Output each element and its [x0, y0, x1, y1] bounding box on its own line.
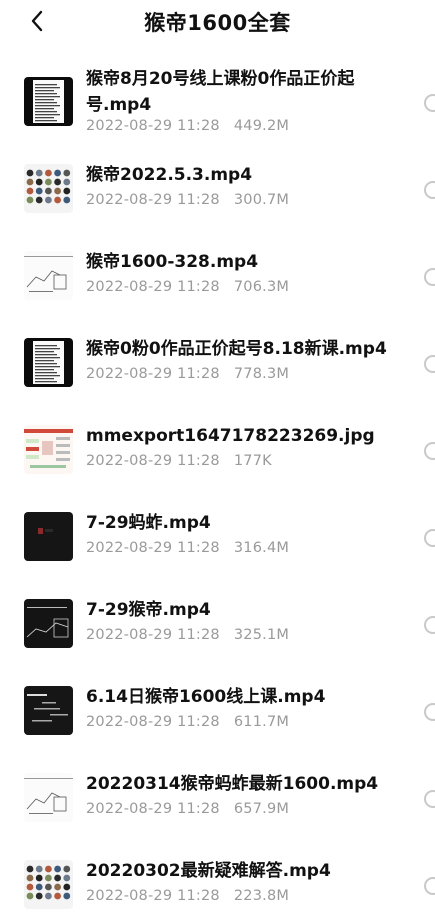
file-row[interactable]: 7-29猴帝.mp4 2022-08-29 11:28 325.1M: [0, 580, 435, 667]
file-size: 177K: [233, 453, 272, 469]
thumbnail-image: [24, 599, 73, 648]
file-thumbnail: [24, 251, 73, 300]
select-radio[interactable]: [424, 181, 435, 199]
file-thumbnail: [24, 338, 73, 387]
thumbnail-image: [24, 773, 73, 822]
thumbnail-image: [24, 686, 73, 735]
select-radio[interactable]: [424, 268, 435, 286]
file-name: 7-29猴帝.mp4: [86, 600, 211, 620]
select-radio[interactable]: [424, 790, 435, 808]
file-row[interactable]: 猴帝1600-328.mp4 2022-08-29 11:28 706.3M: [0, 232, 435, 319]
file-size: 778.3M: [233, 366, 290, 382]
file-date: 2022-08-29 11:28: [86, 279, 220, 295]
file-row[interactable]: 7-29蚂蚱.mp4 2022-08-29 11:28 316.4M: [0, 493, 435, 580]
file-size: 657.9M: [233, 801, 290, 817]
file-meta: 2022-08-29 11:28 449.2M: [86, 118, 289, 134]
file-size: 300.7M: [233, 192, 290, 208]
thumbnail-image: [24, 164, 73, 213]
file-meta: 2022-08-29 11:28 223.8M: [86, 888, 289, 904]
file-row[interactable]: 猴帝8月20号线上课粉0作品正价起号.mp4 2022-08-29 11:28 44…: [0, 58, 435, 145]
thumbnail-image: [24, 338, 73, 387]
file-size: 316.4M: [233, 540, 290, 556]
file-name: 猴帝8月20号线上课粉0作品正价起号.mp4: [86, 69, 355, 115]
file-date: 2022-08-29 11:28: [86, 714, 220, 730]
file-name: 猴帝1600-328.mp4: [86, 252, 259, 272]
file-date: 2022-08-29 11:28: [86, 540, 220, 556]
thumbnail-image: [24, 77, 73, 126]
select-radio[interactable]: [424, 616, 435, 634]
thumbnail-image: [24, 512, 73, 561]
file-date: 2022-08-29 11:28: [86, 627, 220, 643]
thumbnail-image: [24, 425, 73, 474]
select-radio[interactable]: [424, 877, 435, 895]
file-meta: 2022-08-29 11:28 706.3M: [86, 279, 289, 295]
file-meta: 2022-08-29 11:28 177K: [86, 453, 272, 469]
file-row[interactable]: 6.14日猴帝1600线上课.mp4 2022-08-29 11:28 611.7M: [0, 667, 435, 754]
file-size: 611.7M: [233, 714, 290, 730]
file-thumbnail: [24, 512, 73, 561]
file-row[interactable]: 猴帝2022.5.3.mp4 2022-08-29 11:28 300.7M: [0, 145, 435, 232]
file-thumbnail: [24, 860, 73, 909]
file-thumbnail: [24, 77, 73, 126]
file-thumbnail: [24, 425, 73, 474]
file-name: 7-29蚂蚱.mp4: [86, 513, 211, 533]
file-meta: 2022-08-29 11:28 316.4M: [86, 540, 289, 556]
select-radio[interactable]: [424, 94, 435, 112]
select-radio[interactable]: [424, 529, 435, 547]
file-row[interactable]: 20220314猴帝蚂蚱最新1600.mp4 2022-08-29 11:28 65…: [0, 754, 435, 841]
file-row[interactable]: mmexport1647178223269.jpg 2022-08-29 11:2…: [0, 406, 435, 493]
file-row[interactable]: 20220302最新疑难解答.mp4 2022-08-29 11:28 223.8M: [0, 841, 435, 915]
page-title: 猴帝1600全套: [144, 11, 291, 35]
file-thumbnail: [24, 686, 73, 735]
file-size: 449.2M: [233, 118, 290, 134]
select-radio[interactable]: [424, 703, 435, 721]
file-list: 猴帝8月20号线上课粉0作品正价起号.mp4 2022-08-29 11:28 44…: [0, 58, 435, 915]
file-name: 20220314猴帝蚂蚱最新1600.mp4: [86, 774, 379, 794]
file-row[interactable]: 猴帝0粉0作品正价起号8.18新课.mp4 2022-08-29 11:28 778…: [0, 319, 435, 406]
file-date: 2022-08-29 11:28: [86, 453, 220, 469]
file-meta: 2022-08-29 11:28 657.9M: [86, 801, 289, 817]
file-date: 2022-08-29 11:28: [86, 366, 220, 382]
file-meta: 2022-08-29 11:28 325.1M: [86, 627, 289, 643]
thumbnail-image: [24, 251, 73, 300]
file-thumbnail: [24, 164, 73, 213]
file-date: 2022-08-29 11:28: [86, 192, 220, 208]
file-size: 325.1M: [233, 627, 290, 643]
file-meta: 2022-08-29 11:28 611.7M: [86, 714, 289, 730]
thumbnail-image: [24, 860, 73, 909]
file-name: 6.14日猴帝1600线上课.mp4: [86, 687, 326, 707]
file-meta: 2022-08-29 11:28 778.3M: [86, 366, 289, 382]
file-meta: 2022-08-29 11:28 300.7M: [86, 192, 289, 208]
file-size: 223.8M: [233, 888, 290, 904]
file-thumbnail: [24, 599, 73, 648]
file-date: 2022-08-29 11:28: [86, 888, 220, 904]
header-bar: 猴帝1600全套: [0, 0, 435, 44]
file-date: 2022-08-29 11:28: [86, 801, 220, 817]
select-radio[interactable]: [424, 442, 435, 460]
file-name: 20220302最新疑难解答.mp4: [86, 861, 331, 881]
file-name: mmexport1647178223269.jpg: [86, 426, 375, 446]
select-radio[interactable]: [424, 355, 435, 373]
file-thumbnail: [24, 773, 73, 822]
file-name: 猴帝0粉0作品正价起号8.18新课.mp4: [86, 339, 387, 359]
file-date: 2022-08-29 11:28: [86, 118, 220, 134]
file-size: 706.3M: [233, 279, 290, 295]
file-name: 猴帝2022.5.3.mp4: [86, 165, 253, 185]
